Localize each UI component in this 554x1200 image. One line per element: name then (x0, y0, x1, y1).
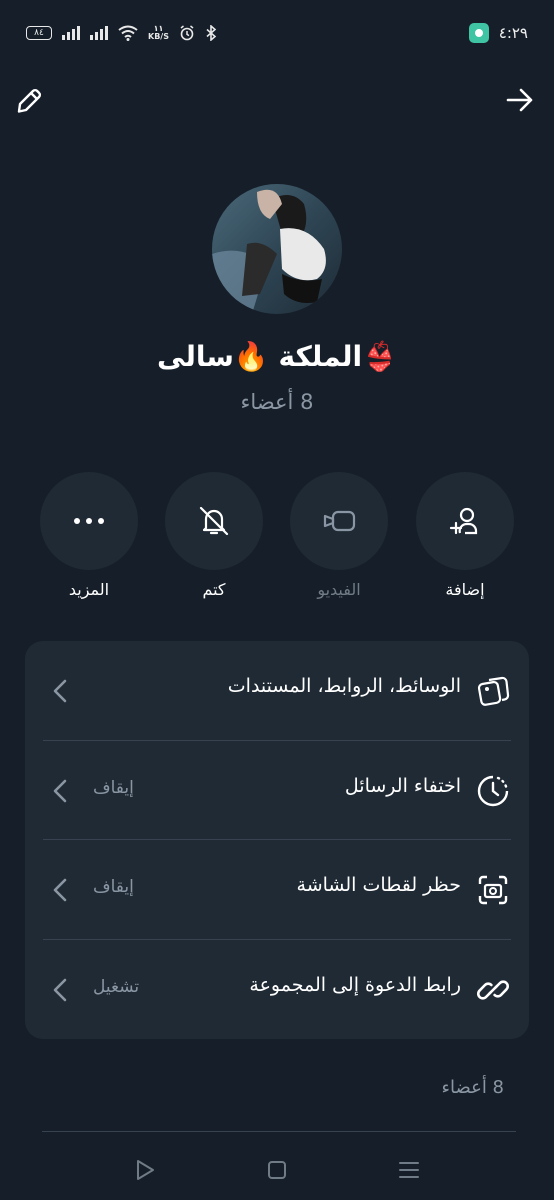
video-action-label: الفيديو (317, 580, 361, 599)
net-speed: ١١ KB/S (148, 25, 169, 41)
row-status: إيقاف (93, 778, 134, 798)
group-title: 👙الملكة 🔥سالى (157, 340, 397, 373)
row-title: رابط الدعوة إلى المجموعة (249, 974, 461, 996)
screenshot-block-icon (475, 872, 511, 908)
signal-icon (62, 26, 80, 40)
settings-card: الوسائط، الروابط، المستندات إيقاف اختفاء… (25, 641, 529, 1039)
battery-icon: ٨٤ (26, 26, 52, 40)
chevron-left-icon (53, 878, 67, 902)
status-time: ٤:٢٩ (498, 24, 528, 42)
bell-muted-icon (199, 506, 229, 536)
net-speed-unit: KB/S (148, 32, 169, 41)
add-action[interactable]: إضافة (415, 472, 515, 599)
status-left: ٨٤ ١١ KB/S (26, 25, 217, 41)
row-title: اختفاء الرسائل (344, 775, 461, 797)
video-action-circle[interactable] (290, 472, 388, 570)
divider (42, 1131, 516, 1132)
mute-action-label: كتم (202, 580, 226, 599)
system-nav-bar (0, 1140, 554, 1200)
top-bar (0, 78, 554, 122)
invite-link-row[interactable]: تشغيل رابط الدعوة إلى المجموعة (25, 940, 529, 1040)
edit-button[interactable] (10, 80, 50, 120)
quick-actions: إضافة الفيديو كتم المزيد (0, 472, 554, 612)
group-avatar[interactable] (212, 184, 342, 314)
media-gallery-icon (475, 673, 511, 709)
bluetooth-icon (206, 25, 217, 41)
row-status: إيقاف (93, 877, 134, 897)
nav-recents-button[interactable] (389, 1152, 429, 1188)
more-dots-icon (74, 518, 104, 524)
pencil-icon (17, 88, 42, 113)
add-action-circle[interactable] (416, 472, 514, 570)
notification-app-icon (468, 23, 489, 43)
chevron-left-icon (53, 779, 67, 803)
play-triangle-icon (137, 1160, 154, 1180)
row-title: الوسائط، الروابط، المستندات (227, 675, 461, 697)
back-button[interactable] (500, 80, 540, 120)
more-action-label: المزيد (68, 580, 110, 599)
more-action-circle[interactable] (40, 472, 138, 570)
mute-action[interactable]: كتم (164, 472, 264, 599)
disappearing-timer-icon (475, 773, 511, 809)
add-action-label: إضافة (445, 580, 485, 599)
more-action[interactable]: المزيد (39, 472, 139, 599)
link-icon (475, 972, 511, 1008)
arrow-right-icon (506, 88, 533, 112)
member-count: 8 أعضاء (240, 390, 314, 414)
add-person-icon (449, 507, 478, 535)
signal-icon-2 (90, 26, 108, 40)
chevron-left-icon (53, 978, 67, 1002)
alarm-icon (180, 25, 194, 41)
media-links-docs-row[interactable]: الوسائط، الروابط، المستندات (25, 641, 529, 741)
menu-lines-icon (399, 1162, 419, 1178)
row-status: تشغيل (93, 977, 140, 997)
screenshot-block-row[interactable]: إيقاف حظر لقطات الشاشة (25, 840, 529, 940)
nav-home-button[interactable] (257, 1152, 297, 1188)
video-camera-icon (323, 510, 356, 532)
mute-action-circle[interactable] (165, 472, 263, 570)
video-action[interactable]: الفيديو (289, 472, 389, 599)
avatar-image (212, 184, 342, 314)
wifi-icon (118, 25, 138, 41)
square-icon (268, 1161, 286, 1179)
members-heading: 8 أعضاء (441, 1077, 504, 1098)
battery-level: ٨٤ (34, 28, 44, 38)
chevron-left-icon (53, 679, 67, 703)
disappearing-messages-row[interactable]: إيقاف اختفاء الرسائل (25, 741, 529, 841)
status-bar: ٨٤ ١١ KB/S ٤:٢٩ (0, 0, 554, 66)
nav-back-button[interactable] (125, 1152, 165, 1188)
status-right: ٤:٢٩ (468, 23, 528, 43)
row-title: حظر لقطات الشاشة (296, 874, 461, 896)
